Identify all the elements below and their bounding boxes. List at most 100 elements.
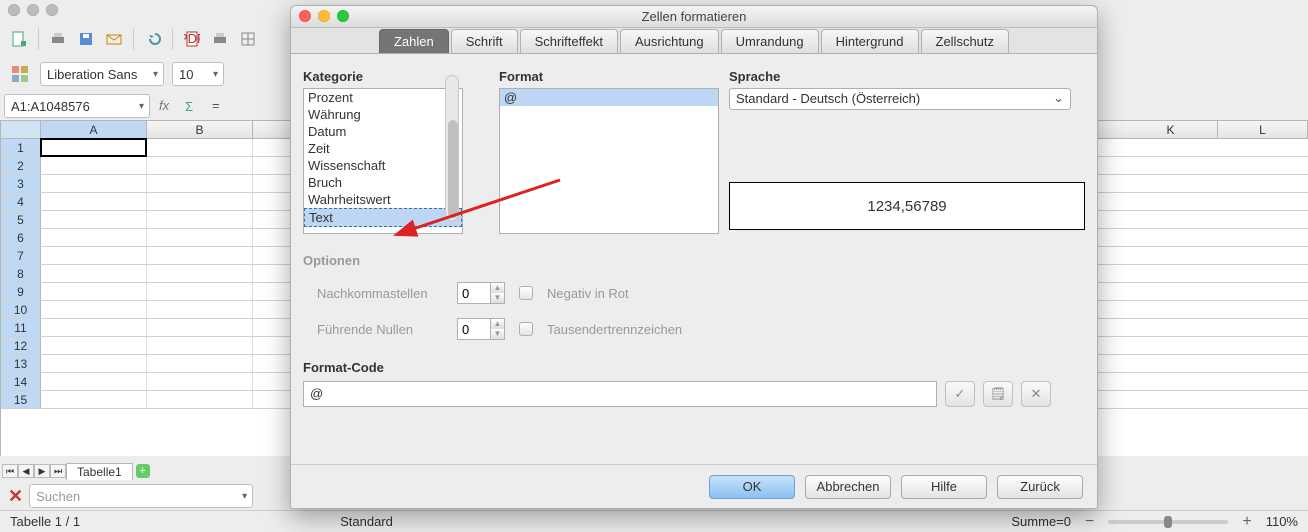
list-item[interactable]: Bruch: [304, 174, 462, 191]
print2-icon[interactable]: [209, 28, 231, 50]
tab-schrift[interactable]: Schrift: [451, 29, 518, 53]
new-doc-icon[interactable]: [8, 28, 30, 50]
save-icon[interactable]: [75, 28, 97, 50]
format-listbox[interactable]: @: [499, 88, 719, 234]
ok-button[interactable]: OK: [709, 475, 795, 499]
undo-icon[interactable]: [142, 28, 164, 50]
dialog-min-icon[interactable]: [318, 10, 330, 22]
nachkommastellen-input[interactable]: [457, 282, 491, 304]
tab-zellschutz[interactable]: Zellschutz: [921, 29, 1010, 53]
tab-schrifteffekt[interactable]: Schrifteffekt: [520, 29, 618, 53]
row-header[interactable]: 10: [1, 301, 41, 318]
select-all-corner[interactable]: [1, 121, 41, 138]
status-pagestyle: Standard: [340, 514, 393, 529]
col-header[interactable]: L: [1218, 121, 1308, 138]
row-header[interactable]: 13: [1, 355, 41, 372]
tab-nav-first-icon[interactable]: ⏮: [2, 464, 18, 478]
row-header[interactable]: 5: [1, 211, 41, 228]
dialog-zoom-icon[interactable]: [337, 10, 349, 22]
formatcode-delete-icon[interactable]: ✕: [1021, 381, 1051, 407]
kategorie-listbox[interactable]: Prozent Währung Datum Zeit Wissenschaft …: [303, 88, 463, 234]
zoom-plus-icon[interactable]: +: [1242, 513, 1251, 531]
find-input[interactable]: Suchen: [29, 484, 253, 508]
row-header[interactable]: 9: [1, 283, 41, 300]
formatcode-apply-icon[interactable]: ✓: [945, 381, 975, 407]
fuehrende-nullen-stepper[interactable]: ▲▼: [457, 318, 505, 340]
list-item[interactable]: Wissenschaft: [304, 157, 462, 174]
mail-icon[interactable]: [103, 28, 125, 50]
formula-equals-icon[interactable]: =: [206, 95, 228, 117]
row-header[interactable]: 15: [1, 391, 41, 408]
list-item[interactable]: Prozent: [304, 89, 462, 106]
stepper-up-icon[interactable]: ▲: [491, 319, 504, 329]
tab-zahlen[interactable]: Zahlen: [379, 29, 449, 53]
col-header[interactable]: B: [147, 121, 253, 138]
formatcode-note-icon[interactable]: 🗒: [983, 381, 1013, 407]
zoom-percent[interactable]: 110%: [1266, 514, 1298, 529]
row-header[interactable]: 2: [1, 157, 41, 174]
tab-nav-prev-icon[interactable]: ◀: [18, 464, 34, 478]
tab-hintergrund[interactable]: Hintergrund: [821, 29, 919, 53]
col-header[interactable]: K: [1124, 121, 1218, 138]
function-wizard-icon[interactable]: fx: [154, 95, 176, 117]
traffic-close-icon[interactable]: [8, 4, 20, 16]
formatcode-input[interactable]: @: [303, 381, 937, 407]
status-sheet-indicator: Tabelle 1 / 1: [10, 514, 80, 529]
tausendertrennzeichen-checkbox[interactable]: [519, 322, 533, 336]
list-item[interactable]: Wahrheitswert: [304, 191, 462, 208]
sheet-tab[interactable]: Tabelle1: [66, 463, 133, 480]
nachkommastellen-stepper[interactable]: ▲▼: [457, 282, 505, 304]
tab-nav-next-icon[interactable]: ▶: [34, 464, 50, 478]
list-item[interactable]: Zeit: [304, 140, 462, 157]
traffic-min-icon[interactable]: [27, 4, 39, 16]
traffic-max-icon[interactable]: [46, 4, 58, 16]
cancel-button[interactable]: Abbrechen: [805, 475, 891, 499]
row-header[interactable]: 8: [1, 265, 41, 282]
stepper-down-icon[interactable]: ▼: [491, 293, 504, 303]
row-header[interactable]: 3: [1, 175, 41, 192]
close-findbar-icon[interactable]: ✕: [8, 486, 23, 507]
zoom-minus-icon[interactable]: −: [1085, 513, 1094, 531]
zoom-slider[interactable]: [1108, 520, 1228, 524]
svg-text:fx: fx: [159, 98, 170, 113]
dialog-titlebar[interactable]: Zellen formatieren: [291, 6, 1097, 28]
col-header[interactable]: A: [41, 121, 147, 138]
grid-icon[interactable]: [237, 28, 259, 50]
tab-nav-last-icon[interactable]: ⏭: [50, 464, 66, 478]
font-name-combo[interactable]: Liberation Sans: [40, 62, 164, 86]
style-palette-icon[interactable]: [8, 62, 32, 86]
negativ-in-rot-checkbox[interactable]: [519, 286, 533, 300]
sheet-tab-bar: ⏮ ◀ ▶ ⏭ Tabelle1 +: [2, 462, 150, 480]
stepper-down-icon[interactable]: ▼: [491, 329, 504, 339]
row-header[interactable]: 4: [1, 193, 41, 210]
window-traffic-lights: [8, 4, 58, 16]
dialog-tabstrip: Zahlen Schrift Schrifteffekt Ausrichtung…: [291, 28, 1097, 54]
list-item[interactable]: Währung: [304, 106, 462, 123]
print-icon[interactable]: [47, 28, 69, 50]
help-button[interactable]: Hilfe: [901, 475, 987, 499]
fuehrende-nullen-input[interactable]: [457, 318, 491, 340]
row-header[interactable]: 11: [1, 319, 41, 336]
status-sum: Summe=0: [1011, 514, 1071, 529]
font-size-combo[interactable]: 10: [172, 62, 224, 86]
sprache-combo[interactable]: Standard - Deutsch (Österreich): [729, 88, 1071, 110]
find-toolbar: ✕ Suchen: [8, 484, 253, 508]
cell-reference-input[interactable]: A1:A1048576: [4, 94, 150, 118]
pdf-icon[interactable]: PDF: [181, 28, 203, 50]
stepper-up-icon[interactable]: ▲: [491, 283, 504, 293]
row-header[interactable]: 7: [1, 247, 41, 264]
row-header[interactable]: 6: [1, 229, 41, 246]
back-button[interactable]: Zurück: [997, 475, 1083, 499]
tab-umrandung[interactable]: Umrandung: [721, 29, 819, 53]
row-header[interactable]: 1: [1, 139, 41, 156]
list-item[interactable]: Datum: [304, 123, 462, 140]
add-sheet-icon[interactable]: +: [136, 464, 150, 478]
list-item-selected[interactable]: Text: [304, 208, 462, 227]
row-header[interactable]: 12: [1, 337, 41, 354]
sum-icon[interactable]: Σ: [180, 95, 202, 117]
kategorie-scrollbar[interactable]: [445, 75, 459, 221]
dialog-close-icon[interactable]: [299, 10, 311, 22]
list-item[interactable]: @: [500, 89, 718, 106]
row-header[interactable]: 14: [1, 373, 41, 390]
tab-ausrichtung[interactable]: Ausrichtung: [620, 29, 719, 53]
